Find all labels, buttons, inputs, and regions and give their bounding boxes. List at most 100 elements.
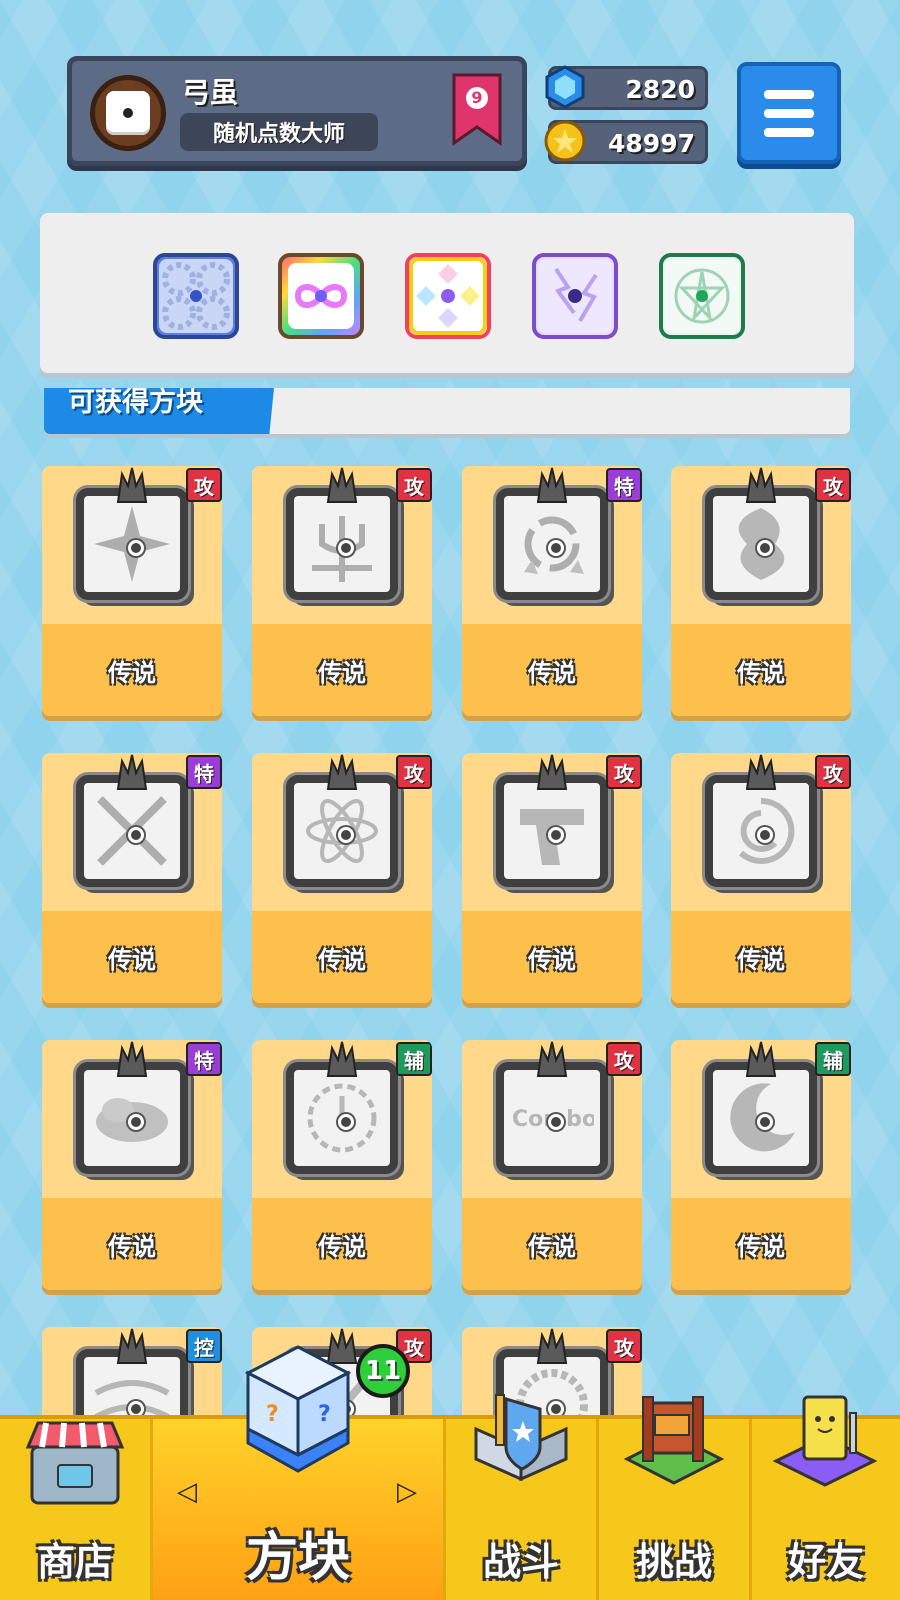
card-rarity-label: 传说 xyxy=(108,946,156,974)
nav-battle-label: 战斗 xyxy=(482,1540,559,1584)
deck-slot-infinity[interactable] xyxy=(278,253,364,339)
pentagram-dice-icon xyxy=(665,259,739,333)
dice-card[interactable]: 辅传说 xyxy=(252,1040,432,1290)
card-type-tag: 攻 xyxy=(396,755,432,789)
nav-blocks[interactable]: ? ? ◁ ▷ 方块 xyxy=(153,1345,443,1600)
shop-icon xyxy=(25,1421,125,1505)
card-rarity-label: 传说 xyxy=(318,659,366,687)
rainbow-dice-icon xyxy=(409,257,487,335)
dragon-crown-icon xyxy=(116,754,148,790)
section-header: 可获得方块 xyxy=(44,388,850,434)
card-type-tag: 辅 xyxy=(396,1042,432,1076)
card-type-tag: 攻 xyxy=(186,468,222,502)
dice-pip-icon xyxy=(128,540,144,556)
dragon-crown-icon xyxy=(116,1328,148,1364)
dice-pip-icon xyxy=(128,1114,144,1130)
nav-friends[interactable]: 好友 xyxy=(752,1395,900,1600)
card-rarity-label: 传说 xyxy=(737,659,785,687)
dice-card[interactable]: 特传说 xyxy=(462,466,642,716)
dice-pip-icon xyxy=(548,1114,564,1130)
menu-button[interactable] xyxy=(737,62,841,164)
svg-text:?: ? xyxy=(266,1402,279,1427)
deck-slot-gear[interactable] xyxy=(153,253,239,339)
previous-arrow-icon[interactable]: ◁ xyxy=(177,1477,197,1507)
card-type-tag: 攻 xyxy=(606,1042,642,1076)
hamburger-icon xyxy=(764,89,814,99)
card-rarity-label: 传说 xyxy=(528,946,576,974)
card-type-tag: 攻 xyxy=(815,468,851,502)
player-name: 弓虽 xyxy=(182,76,239,109)
player-title: 随机点数大师 xyxy=(180,113,378,151)
dice-pip-icon xyxy=(757,540,773,556)
infinity-dice-icon xyxy=(288,263,354,329)
card-type-tag: 攻 xyxy=(606,755,642,789)
nav-challenge[interactable]: 挑战 xyxy=(599,1396,749,1600)
nav-challenge-label: 挑战 xyxy=(635,1540,712,1584)
card-rarity-label: 传说 xyxy=(108,659,156,687)
card-rarity-label: 传说 xyxy=(528,1233,576,1261)
deck-slot-pentagram[interactable] xyxy=(659,253,745,339)
coin-icon xyxy=(544,120,586,162)
card-type-tag: 攻 xyxy=(606,1329,642,1363)
dice-card[interactable]: 攻传说 xyxy=(671,753,851,1003)
section-title: 可获得方块 xyxy=(68,388,203,418)
dragon-crown-icon xyxy=(326,467,358,503)
nav-battle[interactable]: 战斗 xyxy=(446,1394,596,1600)
ribbon-icon xyxy=(452,73,502,146)
dice-pip-icon xyxy=(338,1114,354,1130)
dragon-crown-icon xyxy=(745,1041,777,1077)
nav-shop[interactable]: 商店 xyxy=(0,1419,150,1600)
nav-blocks-label: 方块 xyxy=(245,1528,350,1588)
rank-number: 9 xyxy=(471,88,483,107)
dragon-crown-icon xyxy=(326,1041,358,1077)
dice-cube-icon: ? ? xyxy=(244,1345,352,1473)
shield-sword-icon xyxy=(474,1394,568,1482)
friend-character-icon xyxy=(772,1395,878,1487)
dice-pip-icon xyxy=(757,1114,773,1130)
dice-pip-icon xyxy=(338,827,354,843)
gem-counter[interactable]: 2820 xyxy=(545,65,708,110)
dice-card[interactable]: 辅传说 xyxy=(671,1040,851,1290)
dice-card[interactable]: 攻传说 xyxy=(462,753,642,1003)
bottom-navigation: 商店 ? ? ◁ ▷ 方块 战斗 挑战 好友 xyxy=(0,1345,900,1600)
deck-slot-lightning[interactable] xyxy=(532,253,618,339)
card-type-tag: 辅 xyxy=(815,1042,851,1076)
dragon-crown-icon xyxy=(745,754,777,790)
lightning-dice-icon xyxy=(538,259,612,333)
svg-text:?: ? xyxy=(318,1402,331,1427)
card-rarity-label: 传说 xyxy=(318,1233,366,1261)
nav-friends-label: 好友 xyxy=(787,1540,864,1584)
deck-slot-rainbow[interactable] xyxy=(405,253,491,339)
dice-card[interactable]: 攻传说 xyxy=(671,466,851,716)
dice-card[interactable]: 特传说 xyxy=(42,1040,222,1290)
next-arrow-icon[interactable]: ▷ xyxy=(397,1477,417,1507)
dice-card[interactable]: 攻传说 xyxy=(252,466,432,716)
dice-card[interactable]: Combo攻传说 xyxy=(462,1040,642,1290)
player-profile-panel[interactable]: 弓虽 随机点数大师 9 xyxy=(67,56,527,166)
dice-card[interactable]: 特传说 xyxy=(42,753,222,1003)
nav-shop-label: 商店 xyxy=(36,1540,113,1584)
dragon-crown-icon xyxy=(536,754,568,790)
gem-icon xyxy=(545,65,585,109)
dragon-crown-icon xyxy=(536,467,568,503)
dice-icon xyxy=(106,91,150,135)
dice-pip-icon xyxy=(128,827,144,843)
coin-counter[interactable]: 48997 xyxy=(544,120,708,164)
dragon-crown-icon xyxy=(536,1328,568,1364)
coin-amount: 48997 xyxy=(608,129,695,158)
card-type-tag: 攻 xyxy=(396,468,432,502)
player-avatar[interactable] xyxy=(90,75,166,151)
card-type-tag: 控 xyxy=(186,1329,222,1363)
blocks-level-badge: 11 xyxy=(356,1344,410,1398)
card-rarity-label: 传说 xyxy=(528,659,576,687)
dice-card[interactable]: 攻传说 xyxy=(42,466,222,716)
gem-amount: 2820 xyxy=(625,75,695,104)
dice-card[interactable]: 攻传说 xyxy=(252,753,432,1003)
card-rarity-label: 传说 xyxy=(318,946,366,974)
dragon-crown-icon xyxy=(745,467,777,503)
card-rarity-label: 传说 xyxy=(737,946,785,974)
dice-pip-icon xyxy=(548,540,564,556)
card-type-tag: 特 xyxy=(186,755,222,789)
dice-pip-icon xyxy=(548,827,564,843)
card-rarity-label: 传说 xyxy=(108,1233,156,1261)
